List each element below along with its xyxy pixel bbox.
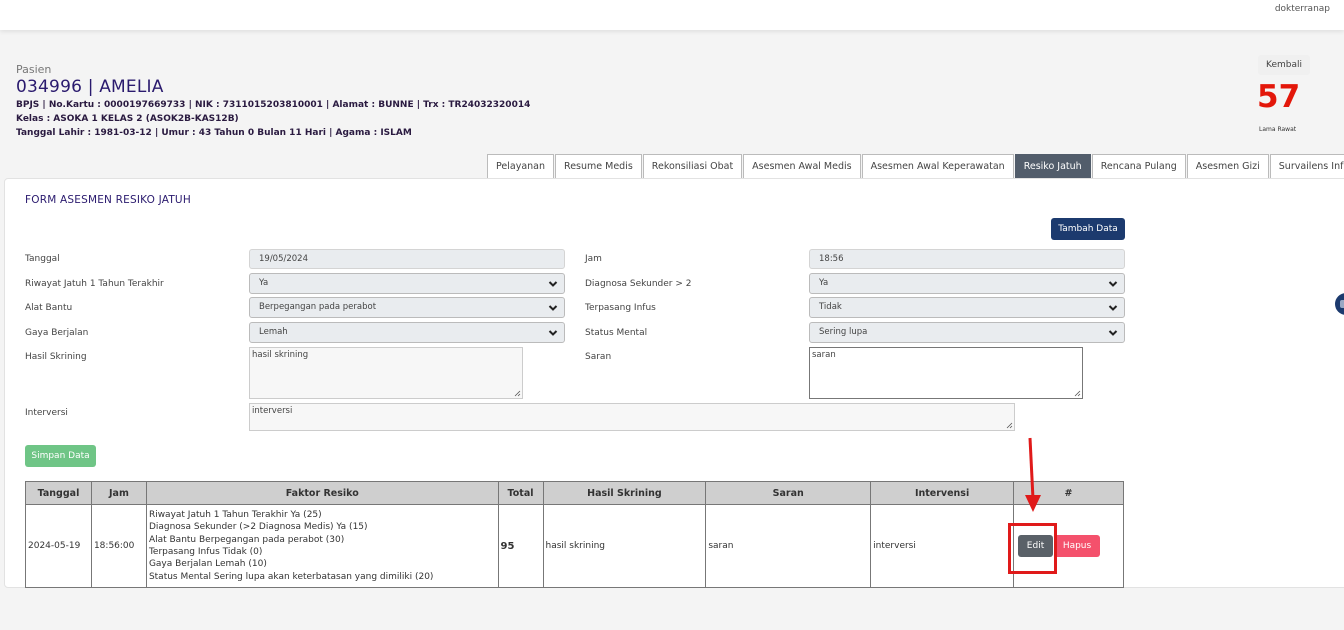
terpasang-infus-value: Tidak (819, 302, 842, 312)
edit-button[interactable]: Edit (1018, 535, 1054, 557)
stay-days-count: 57 (1257, 79, 1301, 115)
faktor-item: Gaya Berjalan Lemah (10) (148, 559, 267, 570)
alat-bantu-select[interactable]: Berpegangan pada perabot (249, 297, 565, 318)
status-mental-label: Status Mental (585, 328, 648, 338)
patient-info: Pasien 034996 | AMELIA BPJS | No.Kartu :… (16, 63, 530, 139)
saran-textarea[interactable]: saran (809, 347, 1083, 399)
chevron-down-icon (1108, 281, 1118, 287)
chevron-down-icon (548, 330, 558, 336)
cell-total: 95 (497, 504, 544, 588)
patient-label: Pasien (16, 63, 52, 76)
jam-input[interactable]: 18:56 (809, 249, 1125, 269)
resize-grip-icon[interactable] (1074, 390, 1081, 397)
diagnosa-sekunder-select[interactable]: Ya (809, 273, 1125, 294)
interversi-label: Interversi (25, 408, 68, 418)
alat-bantu-label: Alat Bantu (25, 303, 73, 313)
column-header-saran: Saran (705, 481, 872, 505)
cell-saran: saran (705, 504, 872, 588)
cell-faktor-resiko: Riwayat Jatuh 1 Tahun Terakhir Ya (25) D… (145, 504, 499, 588)
chevron-down-icon (548, 281, 558, 287)
riwayat-jatuh-value: Ya (259, 278, 269, 288)
jam-label: Jam (585, 254, 602, 264)
column-header-faktor-resiko: Faktor Resiko (145, 481, 499, 505)
chevron-down-icon (1108, 305, 1118, 311)
status-mental-select[interactable]: Sering lupa (809, 322, 1125, 343)
patient-detail-insurance: BPJS | No.Kartu : 0000197669733 | NIK : … (16, 100, 531, 110)
gaya-berjalan-select[interactable]: Lemah (249, 322, 565, 343)
tab-resiko-jatuh[interactable]: Resiko Jatuh (1014, 154, 1091, 178)
column-header-tanggal: Tanggal (25, 481, 92, 505)
form-title: FORM ASESMEN RESIKO JATUH (25, 194, 191, 206)
chevron-down-icon (548, 305, 558, 311)
tab-rekonsiliasi-obat[interactable]: Rekonsiliasi Obat (642, 154, 743, 178)
faktor-item: Alat Bantu Berpegangan pada perabot (30) (148, 534, 345, 545)
tanggal-label: Tanggal (25, 254, 60, 264)
terpasang-infus-select[interactable]: Tidak (809, 297, 1125, 318)
terpasang-infus-label: Terpasang Infus (585, 303, 656, 313)
top-bar: dokterranap (0, 0, 1344, 30)
riwayat-jatuh-label: Riwayat Jatuh 1 Tahun Terakhir (25, 279, 164, 289)
cell-actions: Edit Hapus (1013, 504, 1124, 588)
risk-assessment-table: Tanggal Jam Faktor Resiko Total Hasil Sk… (25, 481, 1124, 588)
patient-detail-class: Kelas : ASOKA 1 KELAS 2 (ASOK2B-KAS12B) (16, 114, 239, 124)
tab-survailens-infeksi[interactable]: Survailens Infeksi (1269, 154, 1344, 178)
delete-button[interactable]: Hapus (1054, 535, 1101, 557)
faktor-item: Diagnosa Sekunder (>2 Diagnosa Medis) Ya… (148, 522, 368, 533)
back-button[interactable]: Kembali (1258, 55, 1310, 75)
diagnosa-sekunder-label: Diagnosa Sekunder > 2 (585, 279, 692, 289)
faktor-item: Status Mental Sering lupa akan keterbata… (148, 571, 434, 582)
chevron-down-icon (1108, 330, 1118, 336)
stay-days-label: Lama Rawat (1259, 126, 1297, 133)
table-header-row: Tanggal Jam Faktor Resiko Total Hasil Sk… (25, 481, 1124, 505)
resize-grip-icon[interactable] (1006, 422, 1013, 429)
saran-label: Saran (585, 352, 612, 362)
patient-detail-birth: Tanggal Lahir : 1981-03-12 | Umur : 43 T… (16, 128, 412, 138)
tab-asesmen-awal-medis[interactable]: Asesmen Awal Medis (743, 154, 861, 178)
gaya-berjalan-value: Lemah (259, 327, 288, 337)
riwayat-jatuh-select[interactable]: Ya (249, 273, 565, 294)
interversi-value: interversi (252, 406, 293, 416)
tab-asesmen-gizi[interactable]: Asesmen Gizi (1186, 154, 1269, 178)
tab-pelayanan[interactable]: Pelayanan (487, 154, 555, 178)
column-header-jam: Jam (90, 481, 147, 505)
hasil-skrining-textarea[interactable]: hasil skrining (249, 347, 523, 399)
column-header-intervensi: Intervensi (870, 481, 1015, 505)
add-data-button[interactable]: Tambah Data (1051, 218, 1125, 240)
tab-bar: Pelayanan Resume Medis Rekonsiliasi Obat… (487, 154, 1344, 178)
gear-icon (1340, 300, 1344, 308)
faktor-item: Terpasang Infus Tidak (0) (148, 547, 263, 557)
tab-resume-medis[interactable]: Resume Medis (555, 154, 642, 178)
cell-intervensi: interversi (870, 504, 1015, 588)
username-label[interactable]: dokterranap (1275, 4, 1330, 14)
tab-rencana-pulang[interactable]: Rencana Pulang (1091, 154, 1186, 178)
tab-asesmen-awal-keperawatan[interactable]: Asesmen Awal Keperawatan (861, 154, 1014, 178)
table-row: 2024-05-19 18:56:00 Riwayat Jatuh 1 Tahu… (25, 504, 1124, 588)
column-header-hasil-skrining: Hasil Skrining (542, 481, 707, 505)
alat-bantu-value: Berpegangan pada perabot (259, 302, 377, 312)
diagnosa-sekunder-value: Ya (819, 278, 829, 288)
cell-hasil-skrining: hasil skrining (542, 504, 707, 588)
hasil-skrining-value: hasil skrining (252, 350, 309, 360)
patient-title: 034996 | AMELIA (16, 77, 164, 97)
resize-grip-icon[interactable] (514, 390, 521, 397)
save-data-button[interactable]: Simpan Data (25, 445, 96, 467)
cell-jam: 18:56:00 (90, 504, 147, 588)
saran-value: saran (812, 350, 836, 360)
hasil-skrining-label: Hasil Skrining (25, 352, 87, 362)
faktor-item: Riwayat Jatuh 1 Tahun Terakhir Ya (25) (148, 510, 322, 521)
column-header-actions: # (1013, 481, 1124, 505)
gaya-berjalan-label: Gaya Berjalan (25, 328, 89, 338)
cell-tanggal: 2024-05-19 (25, 504, 92, 588)
column-header-total: Total (497, 481, 544, 505)
tanggal-input[interactable]: 19/05/2024 (249, 249, 565, 269)
interversi-textarea[interactable]: interversi (249, 403, 1015, 431)
status-mental-value: Sering lupa (819, 327, 868, 337)
